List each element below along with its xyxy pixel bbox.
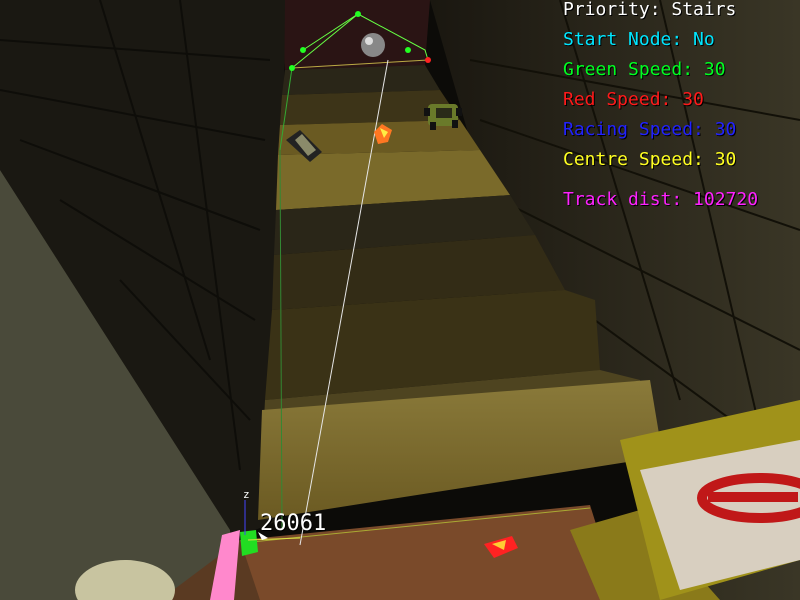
path-node — [425, 57, 431, 63]
grey-sphere — [361, 33, 385, 57]
green-speed-text: Green Speed: 30 — [563, 59, 726, 80]
path-node — [289, 65, 295, 71]
track-dist-text: Track dist: 102720 — [563, 189, 759, 210]
racing-speed-text: Racing Speed: 30 — [563, 119, 737, 140]
path-node — [300, 47, 306, 53]
path-node — [405, 47, 411, 53]
node-id-label: 26061 — [260, 511, 327, 536]
axis-z-label: z — [243, 488, 250, 501]
path-node — [355, 11, 361, 17]
priority-text: Priority: Stairs — [563, 0, 737, 20]
start-node-text: Start Node: No — [563, 29, 715, 50]
stair-step — [282, 65, 440, 95]
centre-speed-text: Centre Speed: 30 — [563, 149, 737, 170]
red-speed-text: Red Speed: 30 — [563, 89, 704, 110]
start-node-marker — [240, 530, 258, 556]
